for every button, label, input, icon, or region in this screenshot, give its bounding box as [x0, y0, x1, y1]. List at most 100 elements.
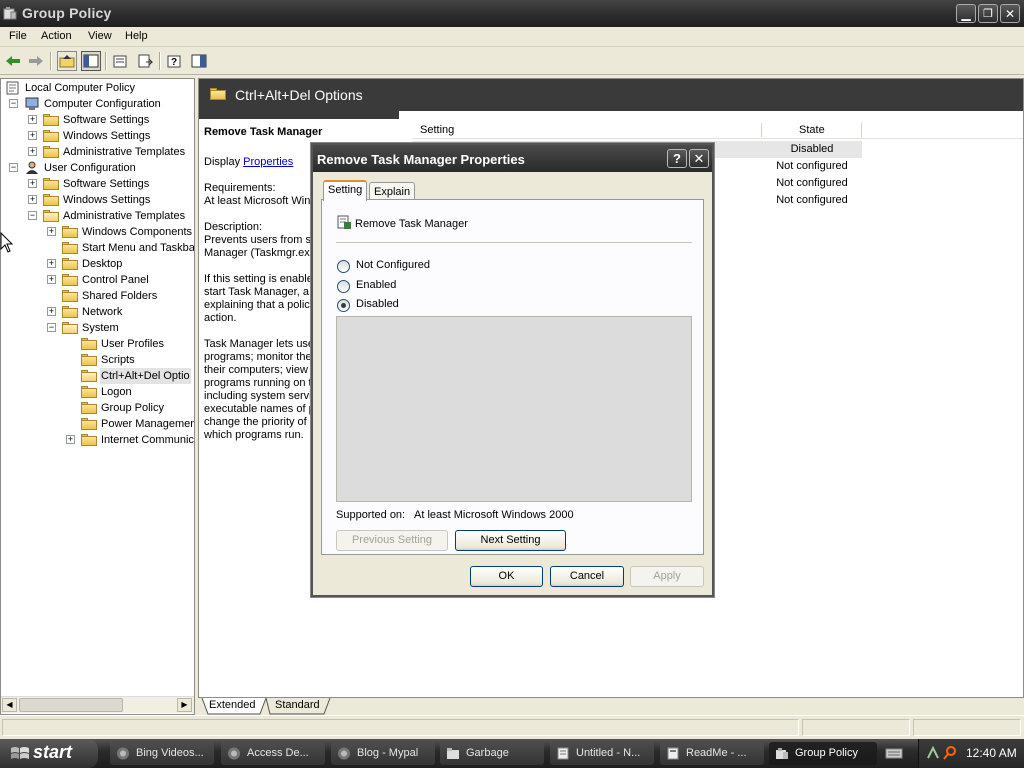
tree-item-logon[interactable]: Logon — [1, 384, 194, 400]
folder-icon — [62, 258, 78, 270]
minimize-button[interactable]: ▁ — [956, 4, 976, 23]
network-icon[interactable] — [926, 746, 940, 760]
show-hide-action-pane-button[interactable] — [189, 51, 209, 71]
question-icon: ? — [673, 151, 681, 166]
folder-icon — [81, 434, 97, 446]
tree-item-power-management[interactable]: Power Managemen — [1, 416, 194, 432]
search-icon[interactable] — [943, 746, 957, 760]
column-state[interactable]: State — [799, 124, 825, 136]
expand-toggle[interactable]: + — [47, 227, 56, 236]
collapse-toggle[interactable]: − — [9, 99, 18, 108]
tree-item-shared-folders[interactable]: Shared Folders — [1, 288, 194, 304]
dialog-help-button[interactable]: ? — [667, 149, 687, 168]
tree-item-administrative-templates[interactable]: − Administrative Templates — [1, 208, 191, 224]
expand-toggle[interactable]: + — [28, 147, 37, 156]
tree-item-system[interactable]: − System — [1, 320, 194, 336]
cancel-button[interactable]: Cancel — [550, 566, 624, 587]
scroll-left-icon[interactable]: ◀ — [2, 698, 17, 712]
radio-not-configured[interactable] — [337, 260, 350, 273]
radio-enabled-label[interactable]: Enabled — [356, 279, 396, 291]
taskbar-item-blog-mypal[interactable]: Blog - Mypal — [331, 742, 435, 765]
menu-file[interactable]: File — [9, 30, 27, 42]
taskbar-item-bing-videos[interactable]: Bing Videos... — [110, 742, 214, 765]
taskbar-item-readme[interactable]: ReadMe - ... — [660, 742, 764, 765]
menu-help[interactable]: Help — [125, 30, 148, 42]
tree-item-windows-settings[interactable]: + Windows Settings — [1, 192, 191, 208]
apply-button[interactable]: Apply — [630, 566, 704, 587]
tree-item-software-settings[interactable]: + Software Settings — [1, 112, 191, 128]
properties-button[interactable] — [111, 51, 131, 71]
tree-item-computer-configuration[interactable]: − Computer Configuration — [1, 96, 191, 112]
taskbar-item-untitled-notepad[interactable]: Untitled - N... — [550, 742, 654, 765]
help-button[interactable]: ? — [165, 51, 185, 71]
scroll-thumb[interactable] — [19, 698, 123, 712]
description-line: executable names of p — [204, 403, 315, 415]
collapse-toggle[interactable]: − — [28, 211, 37, 220]
expand-toggle[interactable]: + — [47, 275, 56, 284]
column-setting[interactable]: Setting — [420, 124, 454, 136]
expand-toggle[interactable]: + — [47, 259, 56, 268]
radio-not-configured-label[interactable]: Not Configured — [356, 259, 430, 271]
collapse-toggle[interactable]: − — [9, 163, 18, 172]
tab-setting[interactable]: Setting — [323, 180, 368, 201]
expand-toggle[interactable]: + — [28, 115, 37, 124]
dialog-close-button[interactable]: ✕ — [689, 149, 709, 168]
tree-item-windows-components[interactable]: + Windows Components — [1, 224, 194, 240]
clock[interactable]: 12:40 AM — [966, 746, 1017, 760]
export-list-button[interactable] — [135, 51, 155, 71]
dialog-title-bar[interactable]: Remove Task Manager Properties ? ✕ — [313, 145, 712, 172]
properties-link[interactable]: Properties — [243, 156, 293, 168]
column-divider[interactable] — [861, 123, 862, 137]
tree-item-windows-settings[interactable]: + Windows Settings — [1, 128, 191, 144]
menu-view[interactable]: View — [88, 30, 112, 42]
toolbar-separator — [50, 52, 52, 70]
tree-item-administrative-templates[interactable]: + Administrative Templates — [1, 144, 191, 160]
show-hide-tree-button[interactable] — [81, 51, 101, 71]
tree-item-control-panel[interactable]: + Control Panel — [1, 272, 194, 288]
forward-icon — [29, 56, 43, 66]
maximize-button[interactable]: ❐ — [978, 4, 998, 23]
description-line: including system servic — [204, 390, 318, 402]
tree-item-group-policy[interactable]: Group Policy — [1, 400, 194, 416]
radio-enabled[interactable] — [337, 280, 350, 293]
tree-item-software-settings[interactable]: + Software Settings — [1, 176, 191, 192]
taskbar-item-group-policy[interactable]: Group Policy — [769, 742, 877, 765]
expand-toggle[interactable]: + — [28, 131, 37, 140]
tree-item-scripts[interactable]: Scripts — [1, 352, 194, 368]
tab-standard[interactable]: Standard — [275, 699, 320, 711]
tree-item-internet-communication[interactable]: + Internet Communic — [1, 432, 194, 448]
expand-toggle[interactable]: + — [47, 307, 56, 316]
tree-item-user-profiles[interactable]: User Profiles — [1, 336, 194, 352]
setting-title: Remove Task Manager — [204, 126, 323, 138]
tree-item-ctrl-alt-del-options[interactable]: Ctrl+Alt+Del Optio — [1, 368, 194, 384]
taskbar-item-garbage[interactable]: Garbage — [440, 742, 544, 765]
column-divider[interactable] — [761, 123, 762, 137]
next-setting-button[interactable]: Next Setting — [455, 530, 566, 551]
up-one-level-button[interactable] — [57, 51, 77, 71]
tree-item-user-configuration[interactable]: − User Configuration — [1, 160, 191, 176]
tree-item-start-menu-and-taskbar[interactable]: Start Menu and Taskba — [1, 240, 194, 256]
folder-icon — [81, 354, 97, 366]
collapse-toggle[interactable]: − — [47, 323, 56, 332]
previous-setting-button[interactable]: Previous Setting — [336, 530, 448, 551]
tree-horizontal-scrollbar[interactable]: ◀ ▶ — [1, 696, 194, 713]
keyboard-icon[interactable] — [885, 746, 903, 760]
radio-disabled[interactable] — [337, 299, 350, 312]
start-button[interactable]: start — [0, 739, 98, 768]
tab-extended[interactable]: Extended — [209, 699, 255, 711]
up-icon — [59, 55, 75, 68]
expand-toggle[interactable]: + — [28, 195, 37, 204]
radio-disabled-label[interactable]: Disabled — [356, 298, 399, 310]
forward-button[interactable] — [26, 51, 46, 71]
tree-item-network[interactable]: + Network — [1, 304, 194, 320]
menu-action[interactable]: Action — [41, 30, 72, 42]
back-button[interactable] — [3, 51, 23, 71]
close-button[interactable]: ✕ — [1000, 4, 1020, 23]
details-header-title: Ctrl+Alt+Del Options — [235, 87, 363, 103]
tree-item-desktop[interactable]: + Desktop — [1, 256, 194, 272]
scroll-right-icon[interactable]: ▶ — [177, 698, 192, 712]
taskbar-item-access-de[interactable]: Access De... — [221, 742, 325, 765]
expand-toggle[interactable]: + — [66, 435, 75, 444]
ok-button[interactable]: OK — [470, 566, 543, 587]
expand-toggle[interactable]: + — [28, 179, 37, 188]
